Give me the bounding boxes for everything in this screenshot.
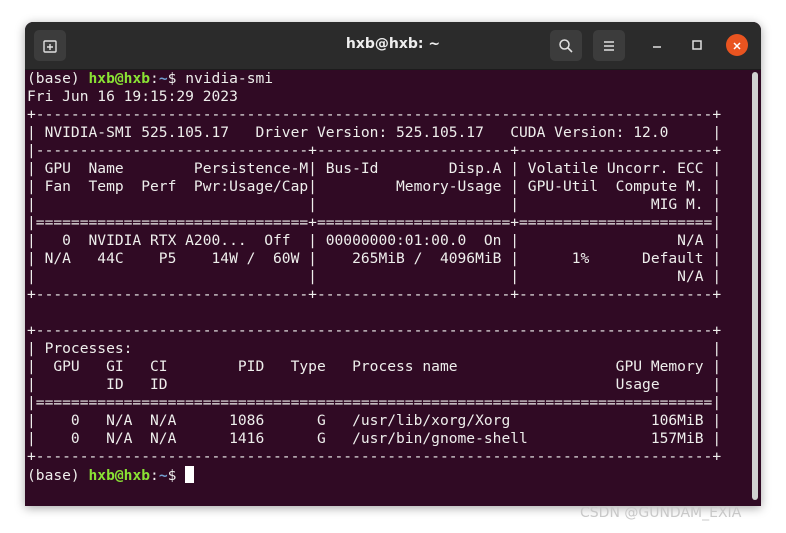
output-line: |-------------------------------+-------… [27,142,722,159]
output-line: | N/A 44C P5 14W / 60W | 265MiB / 4096Mi… [27,250,722,267]
text-cursor [185,466,195,483]
menu-button[interactable] [593,30,625,61]
scrollbar-thumb[interactable] [752,72,758,500]
output-line: | | | MIG M. | [27,196,722,213]
output-line: |=======================================… [27,394,722,411]
prompt-line: (base) hxb@hxb:~$ [27,466,195,484]
date-line: Fri Jun 16 19:15:29 2023 [27,88,238,105]
output-line: +---------------------------------------… [27,448,722,465]
prompt-user-host: hxb@hxb [88,70,151,87]
output-line: | GPU Name Persistence-M| Bus-Id Disp.A … [27,160,722,177]
prompt-symbol: $ [167,467,186,484]
search-icon [558,38,574,54]
command-text: nvidia-smi [185,70,274,87]
output-line: | 0 N/A N/A 1086 G /usr/lib/xorg/Xorg 10… [27,412,722,429]
prompt-separator: : [150,467,159,484]
output-line: | GPU GI CI PID Type Process name GPU Me… [27,358,722,375]
output-line: | | | N/A | [27,268,722,285]
scrollbar[interactable] [752,72,758,500]
output-line: +---------------------------------------… [27,106,722,123]
close-button[interactable] [726,34,748,56]
prompt-cwd: ~ [158,467,168,484]
terminal-window: hxb@hxb: ~ (base) hxb@hxb:~$ nvidia-smi … [25,22,761,506]
output-line: | Processes: | [27,340,722,357]
terminal-area[interactable]: (base) hxb@hxb:~$ nvidia-smi Fri Jun 16 … [27,70,751,506]
output-line: | 0 N/A N/A 1416 G /usr/bin/gnome-shell … [27,430,722,447]
maximize-button[interactable] [686,34,708,56]
prompt-separator: : [150,70,159,87]
hamburger-menu-icon [602,40,616,52]
title-bar[interactable]: hxb@hxb: ~ [25,22,761,70]
prompt-line: (base) hxb@hxb:~$ nvidia-smi [27,70,273,87]
env-prefix: (base) [27,70,89,87]
output-line: +-------------------------------+-------… [27,286,722,303]
close-icon [732,36,742,55]
maximize-icon [691,36,703,55]
output-line: | ID ID Usage | [27,376,722,393]
minimize-button[interactable] [646,34,668,56]
prompt-user-host: hxb@hxb [88,467,151,484]
search-button[interactable] [550,30,582,61]
prompt-symbol: $ [167,70,186,87]
watermark: CSDN @GUNDAM_EXIA [580,505,742,521]
prompt-cwd: ~ [158,70,168,87]
output-line: | Fan Temp Perf Pwr:Usage/Cap| Memory-Us… [27,178,722,195]
output-line: | NVIDIA-SMI 525.105.17 Driver Version: … [27,124,722,141]
env-prefix: (base) [27,467,89,484]
output-line: |===============================+=======… [27,214,722,231]
output-line: +---------------------------------------… [27,322,722,339]
minimize-icon [651,36,663,55]
output-line: | 0 NVIDIA RTX A200... Off | 00000000:01… [27,232,722,249]
